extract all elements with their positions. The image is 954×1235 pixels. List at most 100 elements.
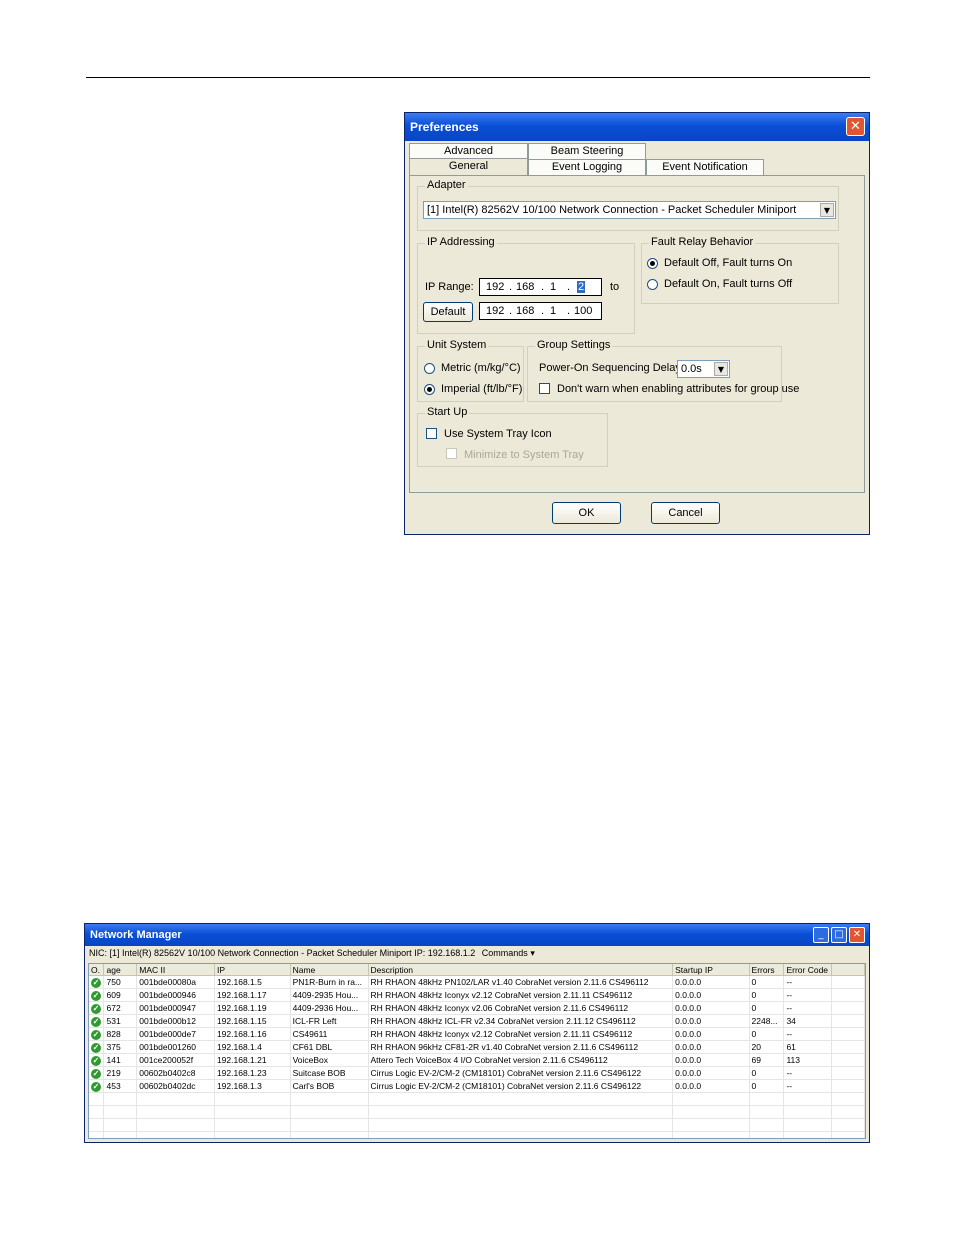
table-row[interactable]: ✓ 750 001bde00080a 192.168.1.5 PN1R-Burn in … <box>89 975 865 989</box>
table-row[interactable]: ✓ 453 00602b0402dc 192.168.1.3 Carl's BOB Cir… <box>89 1079 865 1093</box>
table-cell: -- <box>783 1066 833 1080</box>
table-row[interactable]: ✓ 375 001bde001260 192.168.1.4 CF61 DBL RH RH… <box>89 1040 865 1054</box>
column-header-filler <box>831 964 865 976</box>
column-header-startup-ip[interactable]: Startup IP <box>672 964 750 976</box>
ip-addressing-legend: IP Addressing <box>425 236 497 248</box>
fault-relay-radio-default-off[interactable] <box>647 258 658 269</box>
adapter-value: [1] Intel(R) 82562V 10/100 Network Conne… <box>427 204 797 216</box>
table-cell: 113 <box>783 1053 833 1067</box>
device-grid: O. age MAC II IP Name Description Startu… <box>88 963 866 1139</box>
tab-advanced[interactable]: Advanced <box>409 143 528 159</box>
preferences-titlebar[interactable]: Preferences ✕ <box>405 113 869 141</box>
tab-general[interactable]: General <box>409 158 528 175</box>
column-header-name[interactable]: Name <box>290 964 369 976</box>
ok-button[interactable]: OK <box>552 502 621 524</box>
page-top-rule <box>86 77 870 78</box>
cancel-button[interactable]: Cancel <box>651 502 720 524</box>
commands-menu[interactable]: Commands ▾ <box>482 948 535 958</box>
group-settings-legend: Group Settings <box>535 339 613 351</box>
commands-label: Commands <box>481 948 528 958</box>
table-row[interactable]: ✓ 609 001bde000946 192.168.1.17 4409-2935 Ho… <box>89 988 865 1002</box>
chevron-down-icon[interactable]: ▼ <box>714 362 728 376</box>
table-cell: -- <box>783 1001 833 1015</box>
table-row <box>89 1092 865 1106</box>
ip-range-start-input[interactable]: 192 . 168 . 1 . 2 <box>479 278 602 296</box>
table-row[interactable]: ✓ 672 001bde000947 192.168.1.19 4409-2936 Ho… <box>89 1001 865 1015</box>
fault-relay-radio-default-on[interactable] <box>647 279 658 290</box>
status-ok-icon: ✓ <box>91 1055 101 1066</box>
unit-option-imperial: Imperial (ft/lb/°F) <box>441 383 523 395</box>
table-cell: Suitcase BOB <box>290 1066 369 1080</box>
ip-range-end-input[interactable]: 192 . 168 . 1 . 100 <box>479 302 602 320</box>
table-cell: 219 <box>103 1066 138 1080</box>
table-cell: 192.168.1.19 <box>214 1001 291 1015</box>
status-ok-icon: ✓ <box>91 1029 101 1040</box>
column-header-ip[interactable]: IP <box>214 964 291 976</box>
sequencing-delay-select[interactable]: 0.0s ▼ <box>677 360 730 378</box>
table-cell: 2248... <box>749 1014 785 1028</box>
ip-addressing-group: IP Addressing IP Range: 192 . 168 . 1 . … <box>417 236 635 334</box>
status-ok-icon: ✓ <box>91 1003 101 1014</box>
adapter-group: Adapter [1] Intel(R) 82562V 10/100 Netwo… <box>417 179 839 231</box>
status-ok-icon: ✓ <box>91 1068 101 1079</box>
tab-beam-steering[interactable]: Beam Steering <box>528 143 646 159</box>
table-cell: Carl's BOB <box>290 1079 369 1093</box>
column-header-error-code[interactable]: Error Code <box>783 964 833 976</box>
table-row[interactable]: ✓ 531 001bde000b12 192.168.1.15 ICL-FR Left R… <box>89 1014 865 1028</box>
table-cell: 001bde001260 <box>136 1040 215 1054</box>
minimize-icon[interactable]: _ <box>813 927 829 943</box>
column-header-age[interactable]: age <box>103 964 138 976</box>
table-cell: 0 <box>749 975 785 989</box>
ip-start-octet-2: 168 <box>516 281 535 293</box>
table-cell: RH RHAON 48kHz Iconyx v2.06 CobraNet ver… <box>368 1001 674 1015</box>
table-cell: 531 <box>103 1014 138 1028</box>
network-manager-titlebar[interactable]: Network Manager _ □ ✕ <box>85 924 869 946</box>
network-manager-title: Network Manager <box>90 929 182 941</box>
unit-radio-metric[interactable] <box>424 363 435 374</box>
table-cell: 192.168.1.5 <box>214 975 291 989</box>
chevron-down-icon[interactable]: ▼ <box>820 203 834 217</box>
close-icon[interactable]: ✕ <box>846 117 865 136</box>
table-cell: -- <box>783 988 833 1002</box>
table-cell: 61 <box>783 1040 833 1054</box>
table-cell: 0.0.0.0 <box>672 988 750 1002</box>
tab-event-notification[interactable]: Event Notification <box>646 159 764 175</box>
table-cell: 672 <box>103 1001 138 1015</box>
tab-event-logging[interactable]: Event Logging <box>528 159 646 175</box>
column-header-description[interactable]: Description <box>368 964 674 976</box>
table-cell: 828 <box>103 1027 138 1041</box>
close-icon[interactable]: ✕ <box>849 927 865 943</box>
ip-range-label: IP Range: <box>425 281 474 293</box>
table-cell: 141 <box>103 1053 138 1067</box>
table-cell: 0 <box>749 988 785 1002</box>
table-cell: 0.0.0.0 <box>672 975 750 989</box>
adapter-select[interactable]: [1] Intel(R) 82562V 10/100 Network Conne… <box>423 201 836 219</box>
unit-system-group: Unit System Metric (m/kg/°C) Imperial (f… <box>417 339 524 402</box>
column-header-mac[interactable]: MAC II <box>136 964 215 976</box>
nic-value: [1] Intel(R) 82562V 10/100 Network Conne… <box>109 948 412 958</box>
table-row[interactable]: ✓ 141 001ce200052f 192.168.1.21 VoiceBox Atte… <box>89 1053 865 1067</box>
unit-radio-imperial[interactable] <box>424 384 435 395</box>
preferences-dialog: Preferences ✕ Advanced Beam Steering Gen… <box>404 112 870 535</box>
table-cell: VoiceBox <box>290 1053 369 1067</box>
table-row[interactable]: ✓ 828 001bde000de7 192.168.1.16 CS49611 RH RH… <box>89 1027 865 1041</box>
maximize-icon[interactable]: □ <box>831 927 847 943</box>
table-row[interactable]: ✓ 219 00602b0402c8 192.168.1.23 Suitcase BOB… <box>89 1066 865 1080</box>
default-button[interactable]: Default <box>423 302 473 322</box>
column-header-errors[interactable]: Errors <box>749 964 785 976</box>
status-ok-icon: ✓ <box>91 977 101 988</box>
table-cell: 750 <box>103 975 138 989</box>
table-cell: Cirrus Logic EV-2/CM-2 (CM18101) CobraNe… <box>368 1079 674 1093</box>
table-cell: 00602b0402c8 <box>136 1066 215 1080</box>
dont-warn-checkbox[interactable] <box>539 383 550 394</box>
use-system-tray-checkbox[interactable] <box>426 428 437 439</box>
minimize-to-tray-checkbox[interactable] <box>446 448 457 459</box>
ip-start-octet-1: 192 <box>486 281 505 293</box>
column-header-o[interactable]: O. <box>89 964 105 976</box>
table-cell: 0 <box>749 1079 785 1093</box>
table-cell: CF61 DBL <box>290 1040 369 1054</box>
table-cell: 192.168.1.15 <box>214 1014 291 1028</box>
table-cell: RH RHAON 48kHz PN102/LAR v1.40 CobraNet … <box>368 975 674 989</box>
table-cell: 192.168.1.17 <box>214 988 291 1002</box>
general-tab-panel: Adapter [1] Intel(R) 82562V 10/100 Netwo… <box>409 175 865 493</box>
